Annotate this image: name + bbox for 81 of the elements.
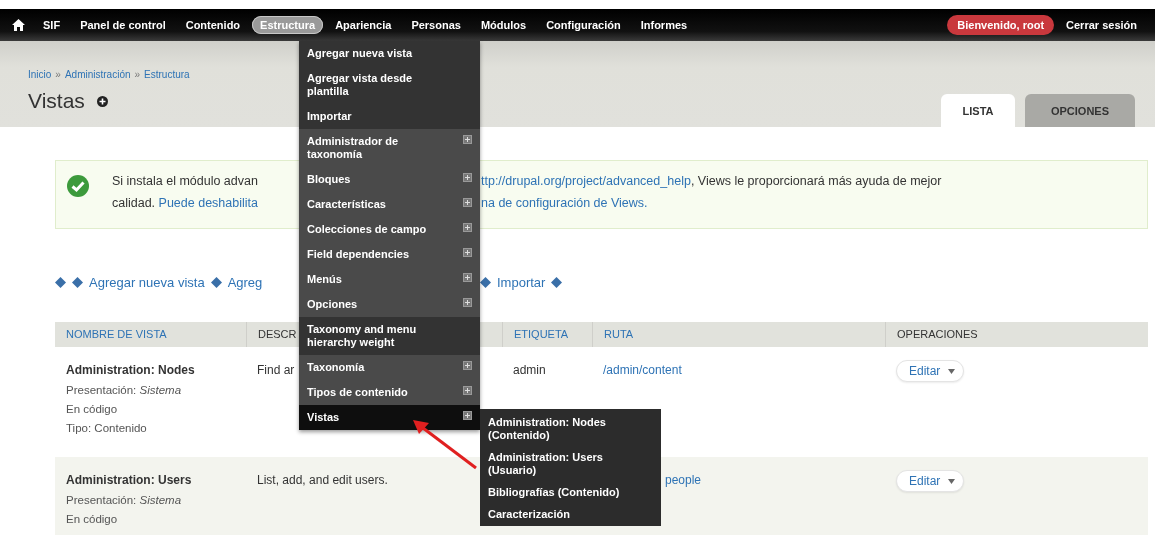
column-header[interactable]: NOMBRE DE VISTA	[55, 322, 246, 347]
tab[interactable]: LISTA	[941, 94, 1015, 127]
view-meta: Presentación: Sistema	[66, 384, 182, 396]
expand-icon	[463, 298, 472, 307]
view-meta: Presentación: Sistema	[66, 494, 182, 506]
message-text: , Views le proporcionará más ayuda de mejor	[690, 174, 942, 188]
view-meta: Tipo: Contenido	[66, 422, 147, 434]
user-link[interactable]: Bienvenido, root	[947, 15, 1055, 35]
view-meta: En código	[66, 513, 118, 525]
diamond-plus-icon	[72, 277, 83, 288]
expand-icon	[463, 135, 472, 144]
expand-icon	[463, 361, 472, 370]
link[interactable]: Agregar nueva vista	[89, 275, 205, 290]
view-meta: En código	[66, 403, 118, 415]
view-description: List, add, and edit users.	[257, 473, 388, 487]
view-name: Administration: Nodes	[66, 363, 195, 377]
add-circle-icon[interactable]	[96, 95, 108, 107]
breadcrumb-separator: »	[134, 69, 141, 80]
menu-item[interactable]: Tipos de contenido	[299, 380, 480, 405]
message-text: calidad.	[112, 196, 157, 210]
menu-item[interactable]: Menús	[299, 267, 480, 292]
message-text: Si instala el módulo advan	[112, 174, 258, 188]
menu-item[interactable]: Vistas	[299, 405, 480, 430]
view-description: Find ar	[257, 363, 295, 377]
annotation-arrow	[413, 420, 477, 470]
link[interactable]: Agreg	[227, 275, 263, 290]
menu-item[interactable]: Administrador de taxonomía	[299, 129, 480, 167]
menu-item[interactable]: Taxonomía	[299, 355, 480, 380]
diamond-plus-icon	[551, 277, 563, 288]
link[interactable]: Puede deshabilita	[158, 196, 258, 210]
link[interactable]: na de configuración de Views.	[481, 196, 648, 210]
toolbar-link[interactable]: Contenido	[177, 16, 249, 34]
check-icon	[67, 175, 89, 197]
menu-item[interactable]: Taxonomy and menu hierarchy weight	[299, 317, 480, 355]
breadcrumb-link[interactable]: Inicio	[28, 69, 52, 80]
toolbar-link[interactable]: Informes	[632, 16, 696, 34]
menu-item[interactable]: Características	[299, 192, 480, 217]
menu-item[interactable]: Colecciones de campo	[299, 217, 480, 242]
expand-icon	[463, 386, 472, 395]
view-name: Administration: Users	[66, 473, 192, 487]
expand-icon	[463, 248, 472, 257]
toolbar-link[interactable]: Módulos	[472, 16, 535, 34]
expand-icon	[463, 273, 472, 282]
expand-icon	[463, 223, 472, 232]
caret-icon	[948, 368, 956, 374]
view-path-link[interactable]: people	[665, 473, 702, 487]
home-icon[interactable]	[12, 19, 25, 31]
page-title: Vistas	[28, 89, 85, 113]
toolbar-link[interactable]: Apariencia	[327, 16, 400, 34]
diamond-plus-icon	[210, 277, 222, 288]
menu-item[interactable]: Opciones	[299, 292, 480, 317]
link[interactable]: Importar	[497, 275, 546, 290]
breadcrumb-link[interactable]: Administración	[64, 69, 131, 80]
link[interactable]: ttp://drupal.org/project/advanced_help	[481, 174, 691, 188]
toolbar-link[interactable]: Configuración	[538, 16, 629, 34]
edit-button[interactable]: Editar	[896, 360, 965, 382]
caret-icon	[948, 478, 956, 484]
edit-button[interactable]: Editar	[896, 470, 965, 492]
submenu-item[interactable]: Administration: Users (Usuario)	[480, 447, 661, 482]
menu-item[interactable]: Field dependencies	[299, 242, 480, 267]
menu-item[interactable]: Agregar vista desde plantilla	[299, 66, 480, 104]
menu-item[interactable]: Bloques	[299, 167, 480, 192]
tab[interactable]: OPCIONES	[1025, 94, 1135, 127]
logout-link[interactable]: Cerrar sesión	[1058, 16, 1145, 34]
submenu-item[interactable]: Administration: Nodes (Contenido)	[480, 412, 661, 447]
expand-icon	[463, 198, 472, 207]
menu-item[interactable]: Importar	[299, 104, 480, 129]
menu-item[interactable]: Agregar nueva vista	[299, 41, 480, 66]
view-tag: admin	[513, 363, 546, 377]
diamond-plus-icon	[480, 277, 491, 288]
toolbar-link[interactable]: SIF	[35, 16, 69, 34]
submenu-item[interactable]: Caracterización	[480, 504, 661, 526]
expand-icon	[463, 173, 472, 182]
breadcrumb-link[interactable]: Estructura	[144, 69, 190, 80]
view-path-link[interactable]: /admin/content	[603, 363, 682, 377]
diamond-plus-icon	[55, 277, 66, 288]
expand-icon	[463, 411, 472, 420]
submenu-item[interactable]: Bibliografías (Contenido)	[480, 482, 661, 504]
toolbar-link[interactable]: Personas	[403, 16, 469, 34]
breadcrumb-separator: »	[55, 69, 61, 80]
toolbar-link[interactable]: Panel de control	[72, 16, 174, 34]
